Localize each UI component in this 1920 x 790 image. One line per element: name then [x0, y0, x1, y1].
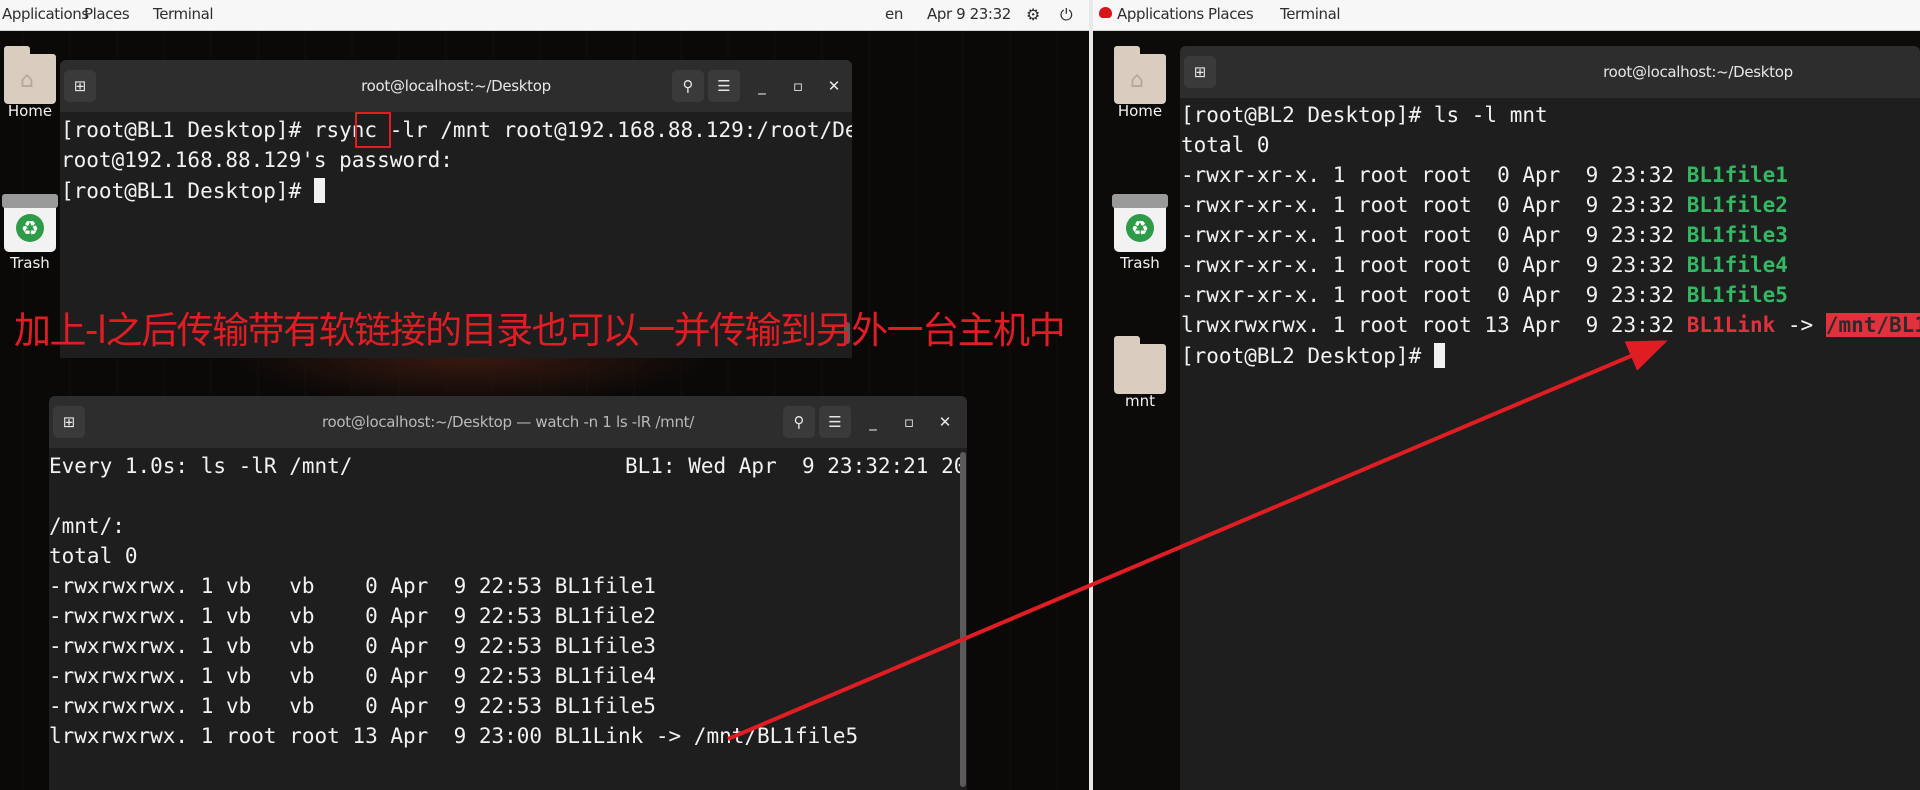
annotation-arrow [727, 340, 1668, 741]
arrow-line [727, 340, 1668, 741]
